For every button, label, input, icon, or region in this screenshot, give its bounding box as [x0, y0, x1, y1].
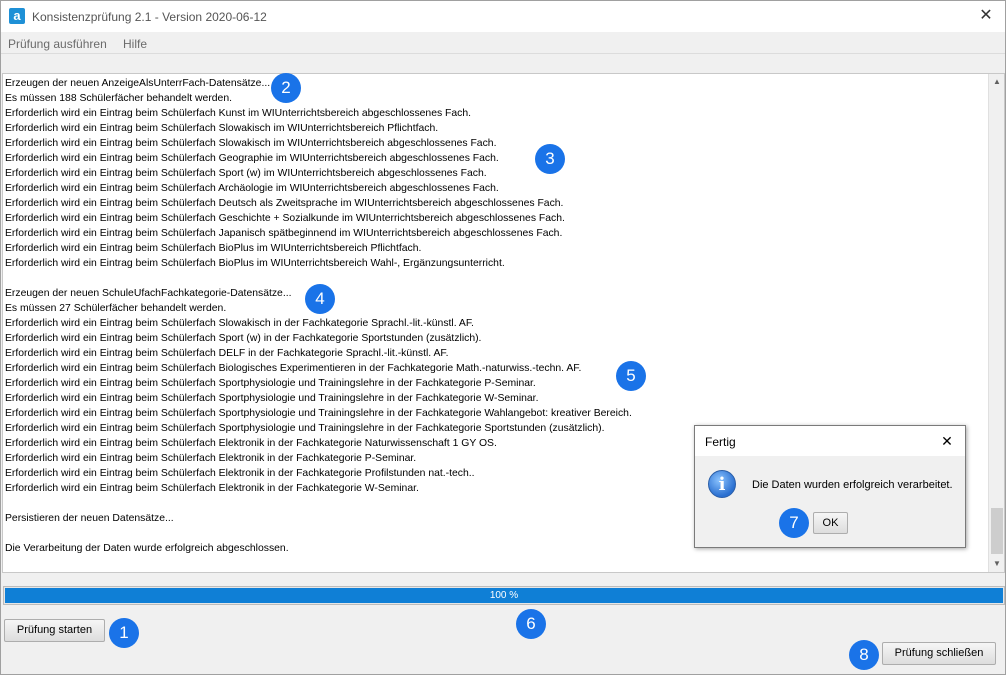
log-line: Erforderlich wird ein Eintrag beim Schül…	[5, 228, 563, 239]
scrollbar-thumb[interactable]	[991, 508, 1003, 554]
menu-item-pruefung-ausfuehren[interactable]: Prüfung ausführen	[8, 37, 107, 51]
log-line: Erforderlich wird ein Eintrag beim Schül…	[5, 153, 499, 164]
window-close-icon[interactable]: ✕	[975, 5, 997, 27]
dialog-message: Die Daten wurden erfolgreich verarbeitet…	[752, 479, 953, 491]
scroll-up-icon[interactable]: ▲	[989, 74, 1004, 90]
log-line: Erforderlich wird ein Eintrag beim Schül…	[5, 183, 499, 194]
log-line: Es müssen 27 Schülerfächer behandelt wer…	[5, 303, 227, 314]
annotation-badge-6: 6	[516, 609, 546, 639]
scroll-down-icon[interactable]: ▼	[989, 556, 1004, 572]
log-line: Erforderlich wird ein Eintrag beim Schül…	[5, 333, 482, 344]
main-window: a Konsistenzprüfung 2.1 - Version 2020-0…	[0, 0, 1006, 675]
log-line: Erforderlich wird ein Eintrag beim Schül…	[5, 198, 564, 209]
log-line: Erforderlich wird ein Eintrag beim Schül…	[5, 168, 487, 179]
dialog-title-bar: Fertig ✕	[695, 426, 965, 456]
log-line: Erforderlich wird ein Eintrag beim Schül…	[5, 123, 439, 134]
dialog-close-icon[interactable]: ✕	[937, 431, 957, 451]
log-line: Erforderlich wird ein Eintrag beim Schül…	[5, 393, 539, 404]
log-line: Erforderlich wird ein Eintrag beim Schül…	[5, 363, 582, 374]
menu-item-hilfe[interactable]: Hilfe	[123, 37, 147, 51]
ok-button[interactable]: OK	[813, 512, 848, 534]
log-line: Erzeugen der neuen AnzeigeAlsUnterrFach-…	[5, 78, 271, 89]
progress-label: 100 %	[489, 590, 519, 601]
log-line: Erforderlich wird ein Eintrag beim Schül…	[5, 408, 632, 419]
menu-bar: Prüfung ausführen Hilfe	[1, 32, 1005, 54]
close-check-button[interactable]: Prüfung schließen	[882, 642, 996, 665]
log-line: Erforderlich wird ein Eintrag beim Schül…	[5, 213, 565, 224]
log-line: Erforderlich wird ein Eintrag beim Schül…	[5, 318, 474, 329]
vertical-scrollbar[interactable]: ▲ ▼	[988, 74, 1004, 572]
annotation-badge-1: 1	[109, 618, 139, 648]
log-line: Erforderlich wird ein Eintrag beim Schül…	[5, 243, 422, 254]
log-line: Erzeugen der neuen SchuleUfachFachkatego…	[5, 288, 292, 299]
annotation-badge-8: 8	[849, 640, 879, 670]
done-dialog: Fertig ✕ i Die Daten wurden erfolgreich …	[694, 425, 966, 548]
log-line: Erforderlich wird ein Eintrag beim Schül…	[5, 108, 472, 119]
log-line: Erforderlich wird ein Eintrag beim Schül…	[5, 378, 536, 389]
title-bar: a Konsistenzprüfung 2.1 - Version 2020-0…	[1, 1, 1005, 32]
log-line: Erforderlich wird ein Eintrag beim Schül…	[5, 138, 497, 149]
info-icon: i	[708, 470, 736, 498]
start-check-button[interactable]: Prüfung starten	[4, 619, 105, 642]
log-line: Erforderlich wird ein Eintrag beim Schül…	[5, 258, 505, 269]
annotation-badge-3: 3	[535, 144, 565, 174]
window-title: Konsistenzprüfung 2.1 - Version 2020-06-…	[32, 10, 267, 24]
progress-bar: 100 %	[3, 586, 1005, 605]
annotation-badge-2: 2	[271, 73, 301, 103]
annotation-badge-7: 7	[779, 508, 809, 538]
log-line: Erforderlich wird ein Eintrag beim Schül…	[5, 348, 449, 359]
app-icon: a	[9, 8, 25, 24]
annotation-badge-5: 5	[616, 361, 646, 391]
dialog-title: Fertig	[705, 435, 736, 449]
log-line: Es müssen 188 Schülerfächer behandelt we…	[5, 93, 233, 104]
annotation-badge-4: 4	[305, 284, 335, 314]
